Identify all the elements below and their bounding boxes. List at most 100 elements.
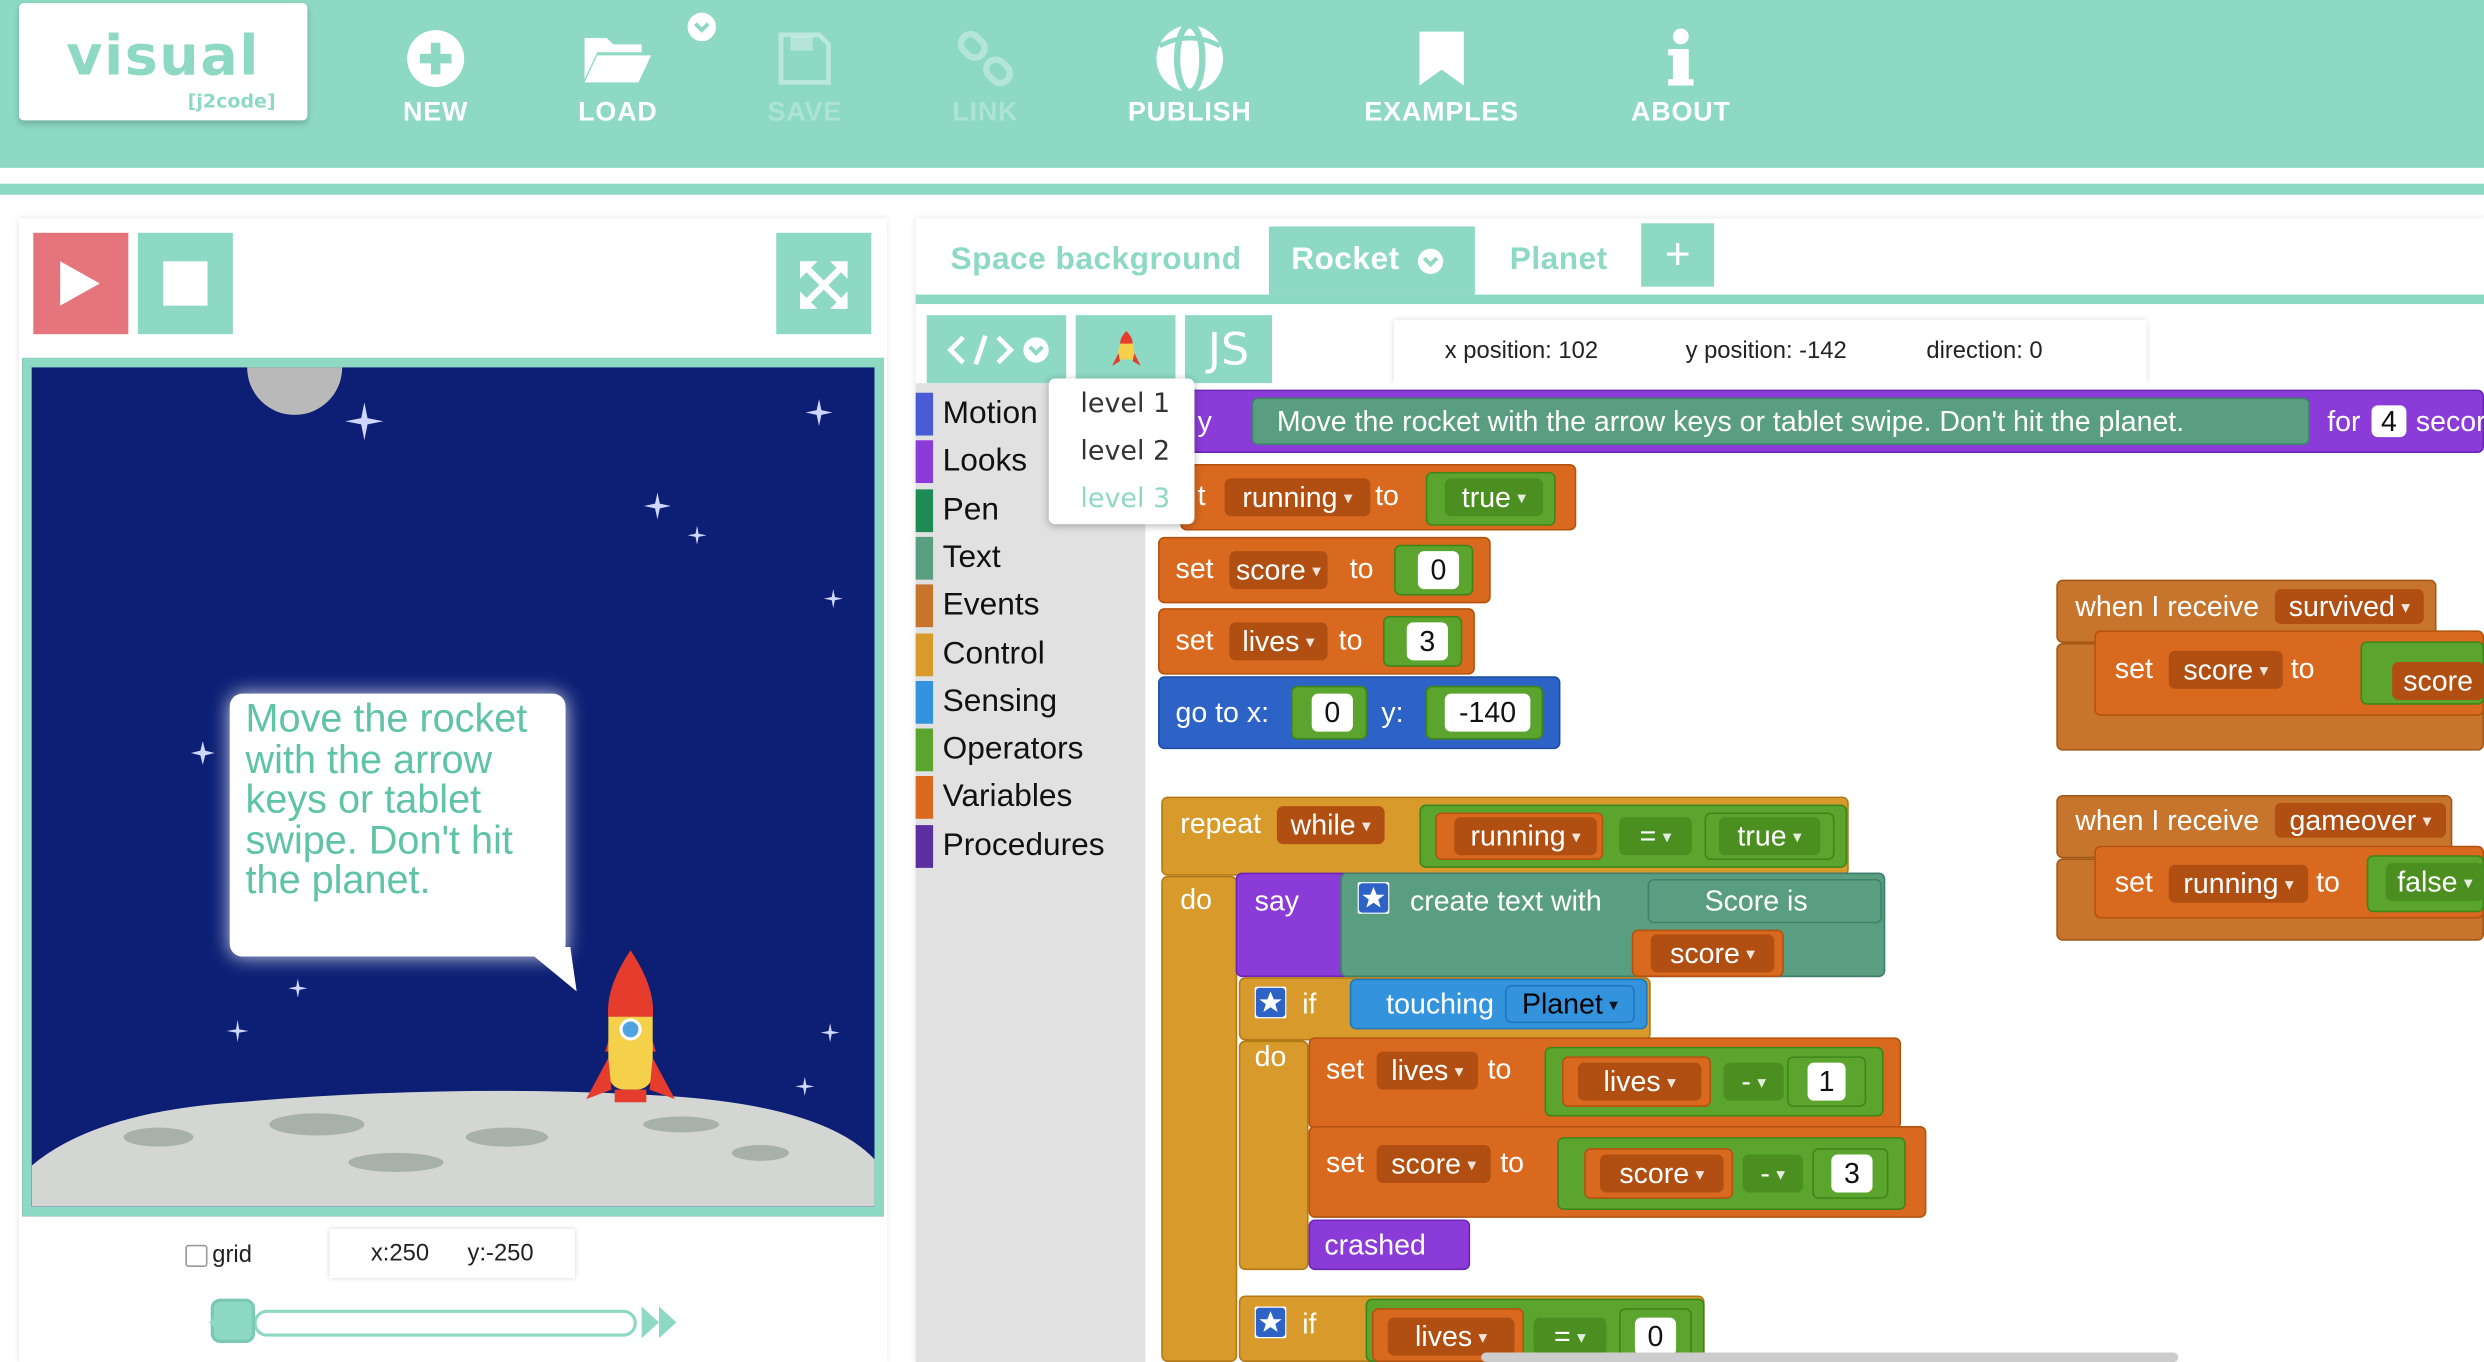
if-label: if [1302, 988, 1317, 1020]
gameover-dropdown[interactable]: gameover ▾ [2274, 802, 2447, 838]
category-looks[interactable]: Looks [915, 440, 1027, 484]
play-button[interactable] [33, 232, 129, 335]
add-sprite-button[interactable]: + [1641, 223, 1715, 287]
star-mutator-icon[interactable] [1357, 882, 1390, 914]
category-procedures[interactable]: Procedures [915, 824, 1105, 868]
direction: direction: 0 [1926, 337, 2043, 365]
lives-value[interactable]: 3 [1406, 622, 1448, 661]
new-button[interactable]: NEW [349, 24, 523, 129]
load-button[interactable]: LOAD [531, 24, 705, 129]
running-dropdown[interactable]: running ▾ [1454, 817, 1597, 856]
score-var-dropdown[interactable]: score ▾ [1376, 1145, 1491, 1184]
stop-button[interactable] [137, 232, 233, 335]
grid-toggle[interactable]: grid [185, 1242, 252, 1269]
js-view-button[interactable]: JS [1184, 315, 1273, 384]
fast-forward-icon[interactable] [641, 1306, 680, 1339]
set-label: set [1175, 552, 1214, 585]
save-button[interactable]: SAVE [718, 24, 892, 129]
if-body-rail[interactable] [1238, 1040, 1309, 1271]
x-value[interactable]: 0 [1311, 693, 1353, 732]
dropdown-arrow-icon: ▾ [1746, 944, 1755, 964]
plus-icon: + [1664, 229, 1691, 279]
secs-input[interactable]: 4 [2371, 405, 2407, 438]
minus-dropdown[interactable]: - ▾ [1723, 1062, 1784, 1101]
level-dropdown: level 1 level 2 level 3 [1048, 378, 1195, 525]
logo-text: visual [66, 25, 260, 89]
level-2-option[interactable]: level 2 [1080, 436, 1170, 468]
survived-dropdown[interactable]: survived ▾ [2274, 589, 2424, 624]
category-text[interactable]: Text [915, 536, 1001, 580]
tab-planet[interactable]: Planet [1488, 226, 1630, 294]
star-mutator-icon[interactable] [1254, 986, 1287, 1019]
dropdown-arrow-icon: ▾ [1343, 488, 1353, 508]
score-var-dropdown-text: score [1391, 1147, 1462, 1180]
set-label: t [1197, 479, 1206, 512]
blocks-view-button[interactable] [926, 315, 1067, 384]
score-dropdown[interactable]: score ▾ [1600, 1154, 1724, 1193]
true-dropdown[interactable]: true ▾ [1718, 817, 1821, 856]
score-value[interactable]: 0 [1417, 551, 1460, 590]
planet-dropdown[interactable]: Planet ▾ [1504, 985, 1635, 1024]
lives-dropdown-text: lives [1415, 1320, 1473, 1352]
folder-open-icon [531, 24, 705, 94]
dropdown-arrow-icon: ▾ [1776, 1164, 1786, 1184]
equals-dropdown[interactable]: = ▾ [1619, 817, 1692, 856]
level-1-option[interactable]: level 1 [1080, 388, 1170, 420]
category-pen[interactable]: Pen [915, 488, 999, 532]
category-motion[interactable]: Motion [915, 392, 1038, 436]
running-var-dropdown[interactable]: running ▾ [2168, 864, 2309, 903]
logo[interactable]: visual [j2code] [19, 3, 308, 121]
category-label: Operators [942, 731, 1084, 767]
repeat-body-rail[interactable] [1161, 875, 1238, 1362]
publish-button[interactable]: PUBLISH [1103, 23, 1277, 129]
equals-dropdown[interactable]: = ▾ [1533, 1317, 1607, 1356]
category-sensing[interactable]: Sensing [915, 680, 1057, 724]
logo-subtext: [j2code] [187, 90, 276, 113]
three-value[interactable]: 3 [1831, 1154, 1873, 1193]
load-label: LOAD [578, 96, 658, 127]
true-dropdown-text: true [1737, 819, 1787, 852]
score-dropdown[interactable]: score ▾ [1650, 934, 1775, 973]
score-var-dropdown[interactable]: score ▾ [1229, 551, 1328, 590]
link-button[interactable]: LINK [898, 24, 1072, 129]
category-variables[interactable]: Variables [915, 776, 1073, 820]
equals-dropdown-text: = [1554, 1320, 1571, 1352]
category-label: Pen [942, 491, 999, 527]
score-var-dropdown[interactable]: score ▾ [2168, 650, 2283, 689]
fullscreen-button[interactable] [776, 232, 872, 335]
lives-value-text: 3 [1419, 624, 1436, 657]
about-button[interactable]: ABOUT [1594, 24, 1768, 129]
tab-rocket[interactable]: Rocket [1268, 226, 1475, 295]
while-dropdown[interactable]: while ▾ [1276, 806, 1385, 845]
y-value[interactable]: -140 [1444, 693, 1531, 732]
while-dropdown-text: while [1290, 808, 1356, 841]
running-var-dropdown[interactable]: running ▾ [1224, 478, 1371, 517]
category-label: Control [942, 635, 1045, 671]
category-control[interactable]: Control [915, 632, 1045, 676]
score-value-pill[interactable]: score [2392, 661, 2484, 700]
load-dropdown-chevron-icon[interactable] [687, 12, 717, 42]
grid-checkbox[interactable] [185, 1243, 208, 1267]
category-color-swatch [915, 392, 934, 436]
minus-dropdown[interactable]: - ▾ [1742, 1154, 1803, 1193]
costume-view-button[interactable] [1075, 315, 1176, 384]
lives-dropdown[interactable]: lives ▾ [1387, 1317, 1515, 1356]
to-label: to [2290, 652, 2315, 685]
dropdown-arrow-icon: ▾ [1571, 827, 1581, 847]
tab-space-background[interactable]: Space background [928, 226, 1263, 294]
false-dropdown[interactable]: false ▾ [2385, 863, 2484, 902]
category-operators[interactable]: Operators [915, 728, 1084, 772]
workspace-scrollbar[interactable] [1481, 1352, 2179, 1362]
star-mutator-icon[interactable] [1254, 1306, 1287, 1339]
lives-var-dropdown[interactable]: lives ▾ [1229, 622, 1328, 661]
zero-value[interactable]: 0 [1634, 1317, 1677, 1356]
category-label: Variables [942, 779, 1073, 815]
lives-dropdown[interactable]: lives ▾ [1577, 1062, 1702, 1101]
speed-slider[interactable] [253, 1309, 637, 1337]
category-events[interactable]: Events [915, 584, 1039, 628]
one-value[interactable]: 1 [1807, 1062, 1846, 1101]
level-3-option[interactable]: level 3 [1080, 483, 1170, 515]
examples-button[interactable]: EXAMPLES [1354, 24, 1528, 129]
true-dropdown[interactable]: true ▾ [1444, 478, 1544, 517]
lives-var-dropdown[interactable]: lives ▾ [1376, 1051, 1479, 1090]
